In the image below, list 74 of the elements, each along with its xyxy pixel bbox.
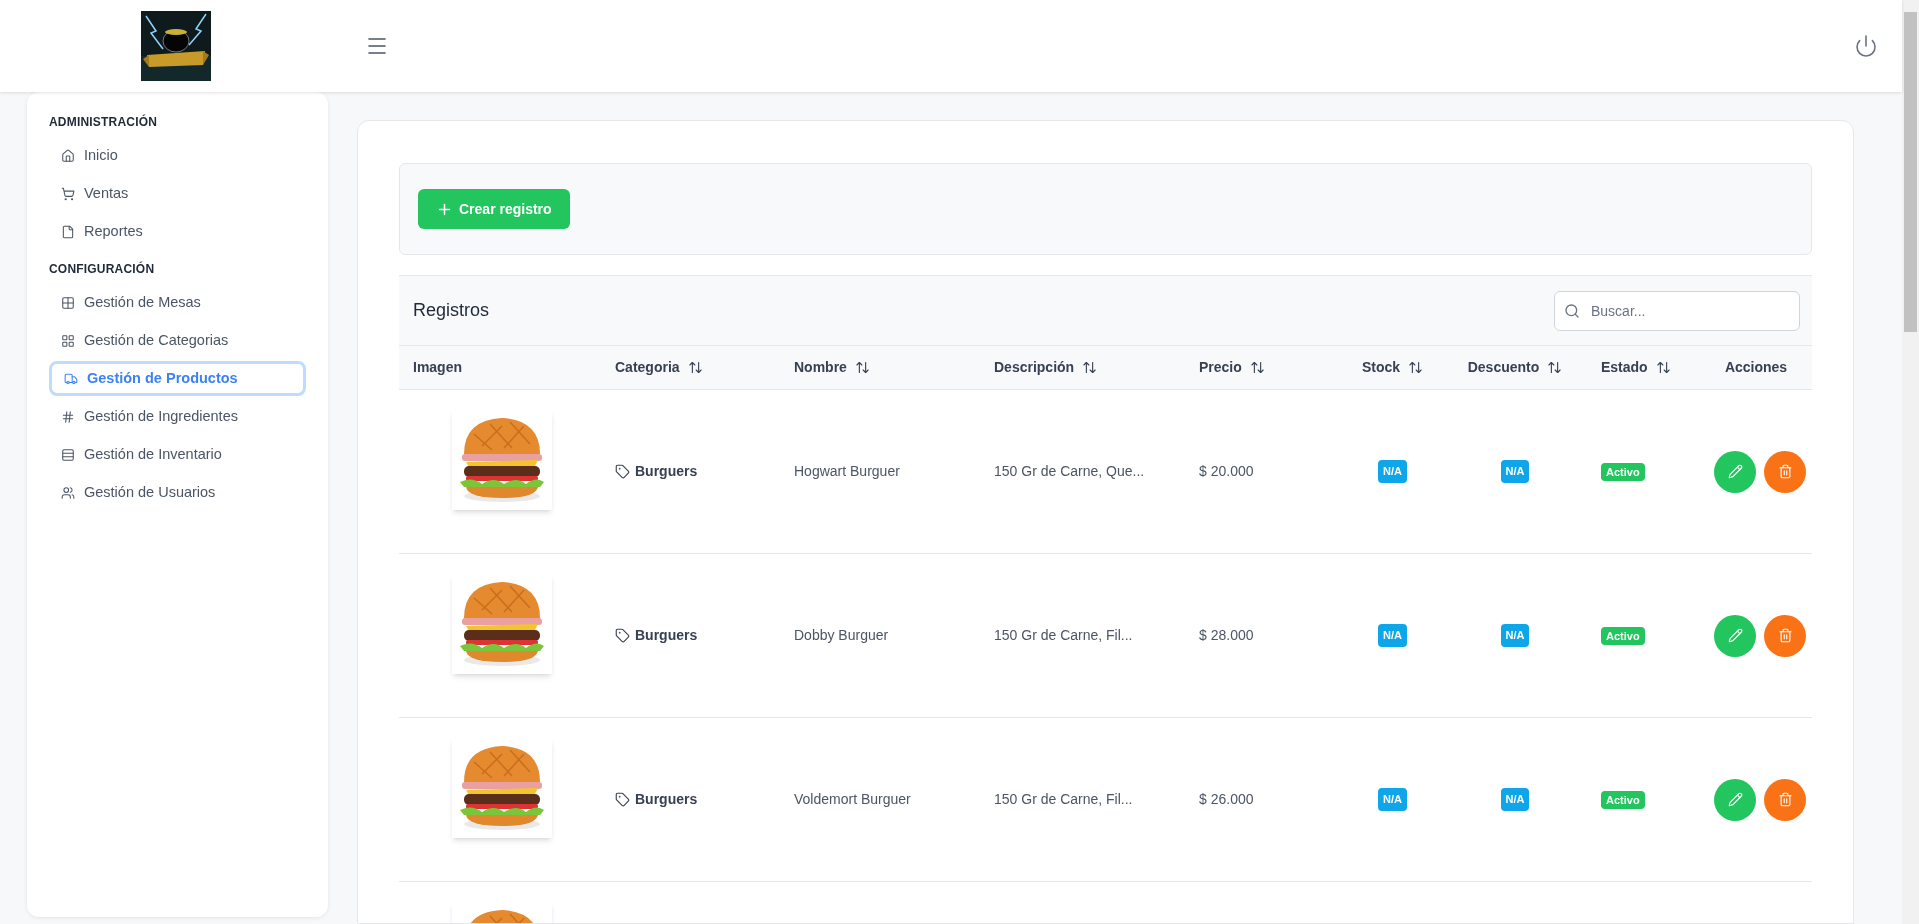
sidebar-item[interactable]: Gestión de Mesas <box>49 285 306 320</box>
grid-icon <box>61 295 75 310</box>
search-field[interactable]: Buscar... <box>1554 290 1800 331</box>
sort-icon[interactable] <box>1547 360 1563 375</box>
table-cell: $ 20.000 <box>1199 463 1254 479</box>
tag-icon <box>615 628 630 643</box>
status-badge: N/A <box>1378 460 1407 483</box>
column-header[interactable]: Precio <box>1199 357 1265 378</box>
status-badge: Activo <box>1601 791 1645 809</box>
file-icon <box>61 224 75 239</box>
column-header[interactable]: Categoria <box>615 357 703 378</box>
grid-icon <box>61 333 75 348</box>
sort-icon[interactable] <box>1249 360 1265 375</box>
table-cell-text: Burguers <box>635 626 698 645</box>
delete-button[interactable] <box>1764 614 1806 657</box>
sort-icon[interactable] <box>1082 360 1098 375</box>
sidebar-item[interactable]: Inicio <box>49 138 306 173</box>
power-icon[interactable] <box>1854 34 1878 58</box>
column-header: Imagen <box>413 358 462 377</box>
table-title: Registros <box>413 299 490 322</box>
table-cell-text: Burguers <box>635 790 698 809</box>
hash-icon <box>61 409 75 424</box>
status-badge: N/A <box>1378 788 1407 811</box>
column-header[interactable]: Descuento <box>1467 357 1563 378</box>
table-cell: $ 28.000 <box>1199 627 1254 643</box>
sidebar-item[interactable]: Gestión de Productos <box>49 361 306 396</box>
house-icon <box>61 148 75 163</box>
rows-icon <box>61 447 75 462</box>
truck-icon <box>64 371 78 386</box>
cart-icon <box>61 186 75 201</box>
sort-icon[interactable] <box>687 360 703 375</box>
sort-icon[interactable] <box>1655 360 1671 375</box>
status-badge: N/A <box>1500 788 1530 811</box>
search-icon <box>1564 302 1580 319</box>
table-cell: Voldemort Burguer <box>794 791 911 807</box>
table-cell: Hogwart Burguer <box>794 463 900 479</box>
sidebar-item[interactable]: Gestión de Inventario <box>49 437 306 472</box>
scrollbar[interactable] <box>1902 0 1919 924</box>
sort-icon[interactable] <box>1408 360 1424 375</box>
table-cell-text: Burguers <box>635 462 698 481</box>
tag-icon <box>615 464 630 479</box>
sidebar-item[interactable]: Reportes <box>49 214 306 249</box>
column-header[interactable]: Descripción <box>994 357 1098 378</box>
section-title: CONFIGURACIÓN <box>49 260 156 278</box>
column-header[interactable]: Stock <box>1361 357 1424 378</box>
section-title: ADMINISTRACIÓN <box>49 113 159 131</box>
status-badge: Activo <box>1601 463 1645 481</box>
sidebar-item[interactable]: Gestión de Ingredientes <box>49 399 306 434</box>
users-icon <box>61 485 75 500</box>
column-header[interactable]: Nombre <box>794 357 870 378</box>
table-cell: Dobby Burguer <box>794 627 889 643</box>
table-cell: $ 26.000 <box>1199 791 1254 807</box>
table-cell: 150 Gr de Carne, Que... <box>994 463 1145 479</box>
column-header: Acciones <box>1724 358 1788 377</box>
pencil-icon <box>1727 628 1743 643</box>
pencil-icon <box>1727 464 1743 479</box>
status-badge: N/A <box>1378 624 1407 647</box>
trash-icon <box>1777 628 1793 643</box>
delete-button[interactable] <box>1764 450 1806 493</box>
table-cell: 150 Gr de Carne, Fil... <box>994 627 1133 643</box>
delete-button[interactable] <box>1764 778 1806 821</box>
sidebar-item[interactable]: Ventas <box>49 176 306 211</box>
trash-icon <box>1777 464 1793 479</box>
status-badge: Activo <box>1601 627 1645 645</box>
sidebar-item[interactable]: Gestión de Usuarios <box>49 475 306 510</box>
table-cell: 150 Gr de Carne, Fil... <box>994 791 1133 807</box>
status-badge: N/A <box>1500 624 1530 647</box>
trash-icon <box>1777 792 1793 807</box>
tag-icon <box>615 792 630 807</box>
column-header[interactable]: Estado <box>1601 357 1671 378</box>
sort-icon[interactable] <box>854 360 870 375</box>
pencil-icon <box>1727 792 1743 807</box>
status-badge: N/A <box>1500 460 1530 483</box>
sidebar-item[interactable]: Gestión de Categorias <box>49 323 306 358</box>
